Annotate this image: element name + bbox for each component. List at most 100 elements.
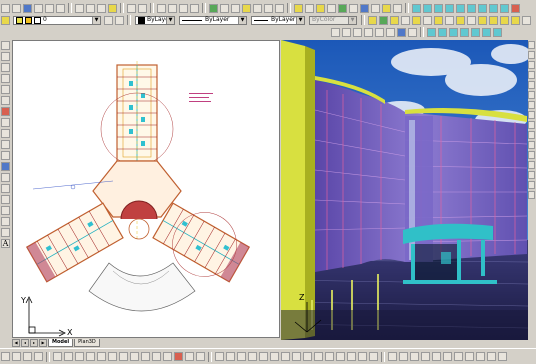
make-block-icon[interactable] <box>1 173 10 182</box>
ucs-previous-icon[interactable] <box>390 15 399 25</box>
new-file-icon[interactable] <box>1 3 10 13</box>
move-icon[interactable] <box>528 91 535 99</box>
3d-zoom-icon[interactable] <box>364 27 373 37</box>
layer-previous-icon[interactable] <box>115 15 124 25</box>
save-icon[interactable] <box>23 3 32 13</box>
osnap-quadrant-icon[interactable] <box>281 352 290 361</box>
ucs-view-icon[interactable] <box>423 15 432 25</box>
3d-pan-icon[interactable] <box>353 27 362 37</box>
dim-continue-icon[interactable] <box>141 352 150 361</box>
paste-icon[interactable] <box>97 3 106 13</box>
extend-icon[interactable] <box>528 141 535 149</box>
solid-box-icon[interactable] <box>388 352 397 361</box>
construction-line-icon[interactable] <box>1 52 10 61</box>
quick-dim-icon[interactable] <box>119 352 128 361</box>
extrude-icon[interactable] <box>454 352 463 361</box>
revolve-icon[interactable] <box>465 352 474 361</box>
fog-icon[interactable] <box>349 3 358 13</box>
polygon-icon[interactable] <box>1 74 10 83</box>
circle-icon[interactable] <box>1 107 10 116</box>
osnap-apparent-icon[interactable] <box>248 352 257 361</box>
view-front-icon[interactable] <box>456 3 465 13</box>
undo-icon[interactable] <box>127 3 136 13</box>
3d-orbit-icon[interactable] <box>331 27 340 37</box>
revision-cloud-icon[interactable] <box>1 118 10 127</box>
osnap-perpendicular-icon[interactable] <box>303 352 312 361</box>
linetype-dropdown[interactable]: ByLayer ▼ <box>179 15 247 25</box>
tab-last-icon[interactable]: ▶ <box>39 339 47 347</box>
plotstyle-dropdown[interactable]: ByColor ▼ <box>309 15 357 25</box>
markup-icon[interactable] <box>253 3 262 13</box>
tool-palettes-icon[interactable] <box>231 3 240 13</box>
ucs-world-icon[interactable] <box>379 15 388 25</box>
render-viewport[interactable]: Z <box>281 40 528 340</box>
zoom-realtime-icon[interactable] <box>168 3 177 13</box>
sheet-set-icon[interactable] <box>242 3 251 13</box>
3d-swivel-icon[interactable] <box>375 27 384 37</box>
shade-gouraud-edges-icon[interactable] <box>493 27 502 37</box>
ucs-z-icon[interactable] <box>489 15 498 25</box>
view-right-icon[interactable] <box>445 3 454 13</box>
view-nw-iso-icon[interactable] <box>511 3 520 13</box>
ellipse-icon[interactable] <box>1 140 10 149</box>
print-preview-icon[interactable] <box>45 3 54 13</box>
polar-icon[interactable] <box>34 352 43 361</box>
spline-icon[interactable] <box>1 129 10 138</box>
rectangle-icon[interactable] <box>1 85 10 94</box>
dim-radius-icon[interactable] <box>86 352 95 361</box>
offset-icon[interactable] <box>528 71 535 79</box>
tab-model[interactable]: Model <box>48 339 74 347</box>
dim-aligned-icon[interactable] <box>64 352 73 361</box>
ucs-face-icon[interactable] <box>401 15 410 25</box>
zoom-previous-icon[interactable] <box>190 3 199 13</box>
section-icon[interactable] <box>487 352 496 361</box>
tab-plan3d[interactable]: Plan3D <box>74 339 100 347</box>
open-file-icon[interactable] <box>12 3 21 13</box>
view-back-icon[interactable] <box>467 3 476 13</box>
scene-icon[interactable] <box>305 3 314 13</box>
tab-first-icon[interactable]: ◀ <box>12 339 20 347</box>
materials-icon[interactable] <box>327 3 336 13</box>
ucs-icon[interactable] <box>368 15 377 25</box>
calculator-icon[interactable] <box>264 3 273 13</box>
print-icon[interactable] <box>34 3 43 13</box>
color-dropdown[interactable]: ByLayer ▼ <box>135 15 175 25</box>
center-mark-icon[interactable] <box>174 352 183 361</box>
ucs-x-icon[interactable] <box>467 15 476 25</box>
properties-icon[interactable] <box>209 3 218 13</box>
ucs-y-icon[interactable] <box>478 15 487 25</box>
region-icon[interactable] <box>1 217 10 226</box>
explode-icon[interactable] <box>528 191 535 199</box>
osnap-midpoint-icon[interactable] <box>226 352 235 361</box>
trim-icon[interactable] <box>528 131 535 139</box>
dim-linear-icon[interactable] <box>53 352 62 361</box>
solid-torus-icon[interactable] <box>443 352 452 361</box>
osnap-endpoint-icon[interactable] <box>215 352 224 361</box>
copy-icon[interactable] <box>86 3 95 13</box>
view-left-icon[interactable] <box>434 3 443 13</box>
tab-prev-icon[interactable]: ◂ <box>21 339 29 347</box>
multiline-text-icon[interactable]: A <box>1 239 10 248</box>
ortho-icon[interactable] <box>23 352 32 361</box>
view-bottom-icon[interactable] <box>423 3 432 13</box>
ucs-settings-icon[interactable] <box>522 15 531 25</box>
mirror-icon[interactable] <box>528 61 535 69</box>
3d-distance-icon[interactable] <box>386 27 395 37</box>
break-icon[interactable] <box>528 151 535 159</box>
design-center-icon[interactable] <box>220 3 229 13</box>
background-icon[interactable] <box>360 3 369 13</box>
dim-ordinate-icon[interactable] <box>75 352 84 361</box>
cut-icon[interactable] <box>75 3 84 13</box>
solid-wedge-icon[interactable] <box>432 352 441 361</box>
insert-block-icon[interactable] <box>1 162 10 171</box>
osnap-none-icon[interactable] <box>358 352 367 361</box>
plan-viewport[interactable]: Y X <box>12 40 280 338</box>
rotate-icon[interactable] <box>528 101 535 109</box>
view-top-icon[interactable] <box>412 3 421 13</box>
ucs-apply-icon[interactable] <box>500 15 509 25</box>
pan-icon[interactable] <box>157 3 166 13</box>
light-icon[interactable] <box>316 3 325 13</box>
render-icon[interactable] <box>294 3 303 13</box>
chamfer-icon[interactable] <box>528 171 535 179</box>
fillet-icon[interactable] <box>528 181 535 189</box>
